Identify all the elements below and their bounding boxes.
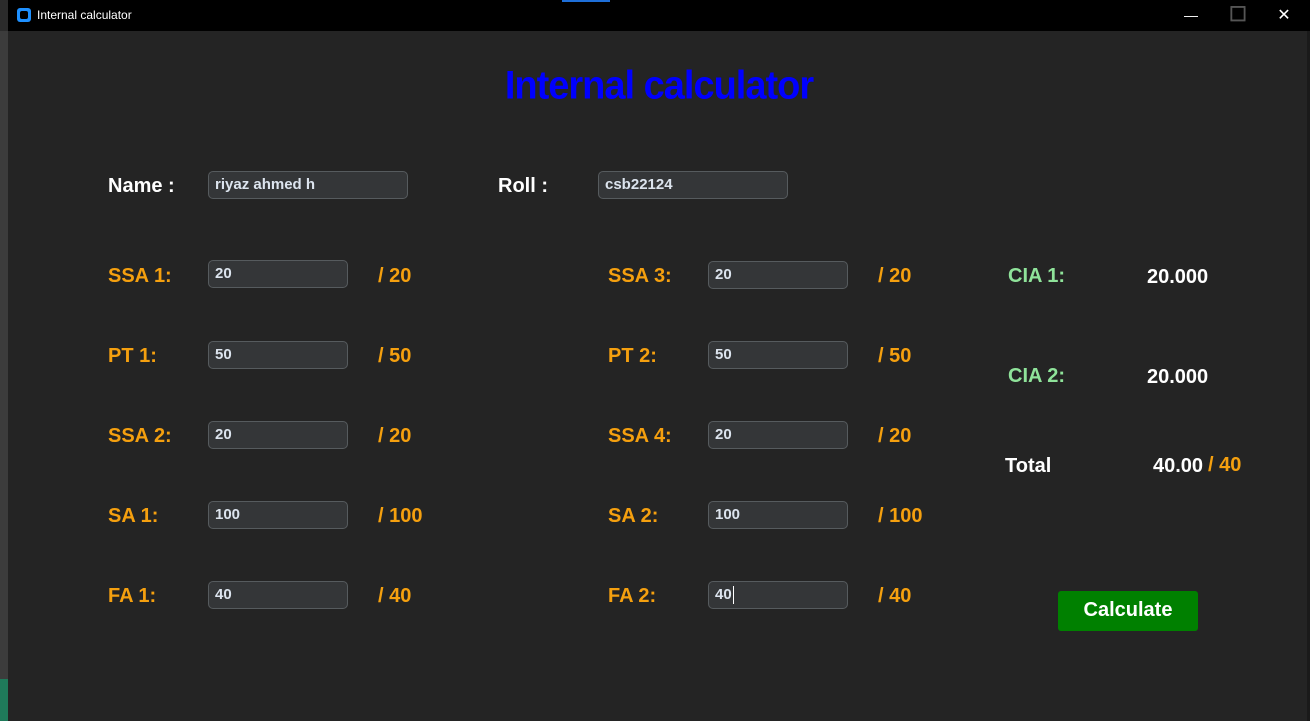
background-window-strip	[0, 31, 8, 721]
ssa2-input[interactable]: 20	[208, 421, 348, 449]
focus-accent	[562, 0, 610, 2]
app-window-body: Internal calculator Name : riyaz ahmed h…	[8, 31, 1310, 721]
pt1-label: PT 1:	[108, 345, 157, 367]
ssa4-input[interactable]: 20	[708, 421, 848, 449]
pt2-max: / 50	[878, 345, 912, 367]
ssa1-input[interactable]: 20	[208, 260, 348, 288]
sa2-input[interactable]: 100	[708, 501, 848, 529]
roll-label: Roll :	[498, 175, 548, 197]
cia1-value: 20.000	[1147, 266, 1209, 288]
roll-input[interactable]: csb22124	[598, 171, 788, 199]
cia1-label: CIA 1:	[1008, 265, 1066, 287]
fa2-input-value: 40	[715, 586, 732, 603]
sa1-input[interactable]: 100	[208, 501, 348, 529]
app-icon	[17, 8, 31, 22]
ssa1-max: / 20	[378, 265, 412, 287]
fa1-label: FA 1:	[108, 585, 157, 607]
name-label: Name :	[108, 175, 175, 197]
text-caret	[732, 586, 734, 605]
minimize-button[interactable]: —	[1168, 0, 1214, 31]
sa1-label: SA 1:	[108, 505, 159, 527]
close-button[interactable]: ✕	[1261, 0, 1307, 31]
pt1-max: / 50	[378, 345, 412, 367]
ssa2-label: SSA 2:	[108, 425, 172, 447]
sa1-max: / 100	[378, 505, 423, 527]
fa2-input[interactable]: 40	[708, 581, 848, 609]
ssa1-label: SSA 1:	[108, 265, 172, 287]
ssa4-label: SSA 4:	[608, 425, 672, 447]
ssa2-max: / 20	[378, 425, 412, 447]
sa2-label: SA 2:	[608, 505, 659, 527]
title-bar: Internal calculator — ☐ ✕	[8, 0, 1310, 31]
cia2-value: 20.000	[1147, 366, 1209, 388]
name-input[interactable]: riyaz ahmed h	[208, 171, 408, 199]
fa2-label: FA 2:	[608, 585, 657, 607]
fa1-max: / 40	[378, 585, 412, 607]
fa1-input[interactable]: 40	[208, 581, 348, 609]
total-max: / 40	[1208, 454, 1242, 476]
fa2-max: / 40	[878, 585, 912, 607]
pt2-input[interactable]: 50	[708, 341, 848, 369]
cia2-label: CIA 2:	[1008, 365, 1066, 387]
total-label: Total	[1005, 455, 1052, 477]
total-value: 40.00	[1153, 455, 1204, 477]
ssa4-max: / 20	[878, 425, 912, 447]
ssa3-max: / 20	[878, 265, 912, 287]
window-title: Internal calculator	[37, 8, 132, 22]
ssa3-label: SSA 3:	[608, 265, 672, 287]
background-window-accent	[0, 679, 8, 721]
page-heading: Internal calculator	[504, 63, 814, 109]
pt2-label: PT 2:	[608, 345, 657, 367]
pt1-input[interactable]: 50	[208, 341, 348, 369]
ssa3-input[interactable]: 20	[708, 261, 848, 289]
calculate-button[interactable]: Calculate	[1058, 591, 1198, 631]
maximize-button[interactable]: ☐	[1215, 0, 1261, 31]
sa2-max: / 100	[878, 505, 923, 527]
